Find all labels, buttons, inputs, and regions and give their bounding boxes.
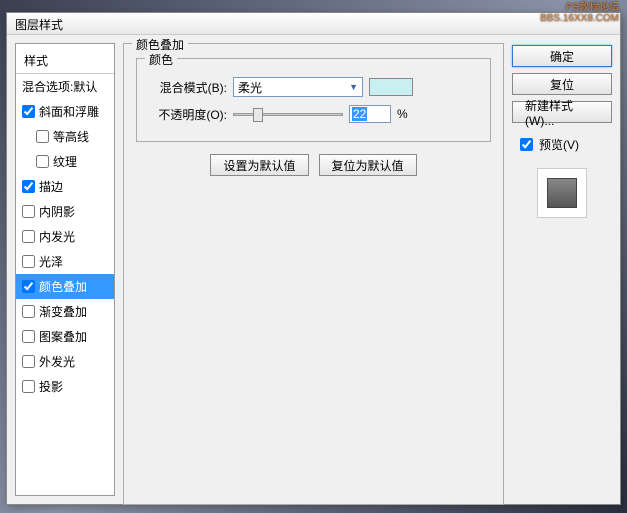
style-checkbox-1[interactable] xyxy=(36,130,49,143)
layer-style-dialog: 图层样式 样式 混合选项:默认 斜面和浮雕等高线纹理描边内阴影内发光光泽颜色叠加… xyxy=(6,12,621,505)
preview-label: 预览(V) xyxy=(539,136,579,153)
style-item-5[interactable]: 内发光 xyxy=(16,224,114,249)
new-style-button[interactable]: 新建样式(W)... xyxy=(512,101,612,123)
style-checkbox-0[interactable] xyxy=(22,105,35,118)
opacity-slider[interactable] xyxy=(233,113,343,116)
style-checkbox-10[interactable] xyxy=(22,355,35,368)
style-checkbox-9[interactable] xyxy=(22,330,35,343)
ok-button[interactable]: 确定 xyxy=(512,45,612,67)
style-label-7: 颜色叠加 xyxy=(39,278,87,295)
style-label-8: 渐变叠加 xyxy=(39,303,87,320)
style-checkbox-3[interactable] xyxy=(22,180,35,193)
style-checkbox-7[interactable] xyxy=(22,280,35,293)
style-item-8[interactable]: 渐变叠加 xyxy=(16,299,114,324)
opacity-slider-thumb[interactable] xyxy=(253,108,263,122)
main-settings-panel: 颜色叠加 颜色 混合模式(B): 柔光 ▼ 不透明度(O): xyxy=(123,43,504,496)
style-checkbox-11[interactable] xyxy=(22,380,35,393)
reset-default-button[interactable]: 复位为默认值 xyxy=(319,154,417,176)
cancel-button[interactable]: 复位 xyxy=(512,73,612,95)
style-checkbox-5[interactable] xyxy=(22,230,35,243)
style-item-6[interactable]: 光泽 xyxy=(16,249,114,274)
blend-mode-label: 混合模式(B): xyxy=(149,79,227,96)
dialog-title: 图层样式 xyxy=(7,13,620,35)
style-label-2: 纹理 xyxy=(53,153,77,170)
style-label-9: 图案叠加 xyxy=(39,328,87,345)
styles-list-panel: 样式 混合选项:默认 斜面和浮雕等高线纹理描边内阴影内发光光泽颜色叠加渐变叠加图… xyxy=(15,43,115,496)
overlay-color-swatch[interactable] xyxy=(369,78,413,96)
right-button-panel: 确定 复位 新建样式(W)... 预览(V) xyxy=(512,43,612,496)
style-item-7[interactable]: 颜色叠加 xyxy=(16,274,114,299)
style-label-4: 内阴影 xyxy=(39,203,75,220)
styles-header[interactable]: 样式 xyxy=(16,48,114,74)
style-item-1[interactable]: 等高线 xyxy=(16,124,114,149)
watermark: PS教程论坛 BBS.16XX8.COM xyxy=(540,2,619,24)
style-label-6: 光泽 xyxy=(39,253,63,270)
preview-swatch-inner xyxy=(547,178,577,208)
sub-section-title: 颜色 xyxy=(145,51,177,68)
blend-mode-select[interactable]: 柔光 ▼ xyxy=(233,77,363,97)
style-label-10: 外发光 xyxy=(39,353,75,370)
style-label-0: 斜面和浮雕 xyxy=(39,103,99,120)
preview-checkbox[interactable] xyxy=(520,138,533,151)
style-item-4[interactable]: 内阴影 xyxy=(16,199,114,224)
style-label-5: 内发光 xyxy=(39,228,75,245)
style-item-3[interactable]: 描边 xyxy=(16,174,114,199)
style-item-2[interactable]: 纹理 xyxy=(16,149,114,174)
style-checkbox-8[interactable] xyxy=(22,305,35,318)
blending-options-item[interactable]: 混合选项:默认 xyxy=(16,74,114,99)
style-checkbox-2[interactable] xyxy=(36,155,49,168)
opacity-label: 不透明度(O): xyxy=(149,106,227,123)
set-default-button[interactable]: 设置为默认值 xyxy=(210,154,308,176)
style-label-3: 描边 xyxy=(39,178,63,195)
style-item-9[interactable]: 图案叠加 xyxy=(16,324,114,349)
style-label-11: 投影 xyxy=(39,378,63,395)
opacity-input[interactable]: 22 xyxy=(349,105,391,123)
style-label-1: 等高线 xyxy=(53,128,89,145)
percent-label: % xyxy=(397,107,408,121)
style-item-11[interactable]: 投影 xyxy=(16,374,114,399)
style-checkbox-4[interactable] xyxy=(22,205,35,218)
style-checkbox-6[interactable] xyxy=(22,255,35,268)
style-item-10[interactable]: 外发光 xyxy=(16,349,114,374)
chevron-down-icon: ▼ xyxy=(349,82,358,92)
style-item-0[interactable]: 斜面和浮雕 xyxy=(16,99,114,124)
preview-swatch xyxy=(537,168,587,218)
